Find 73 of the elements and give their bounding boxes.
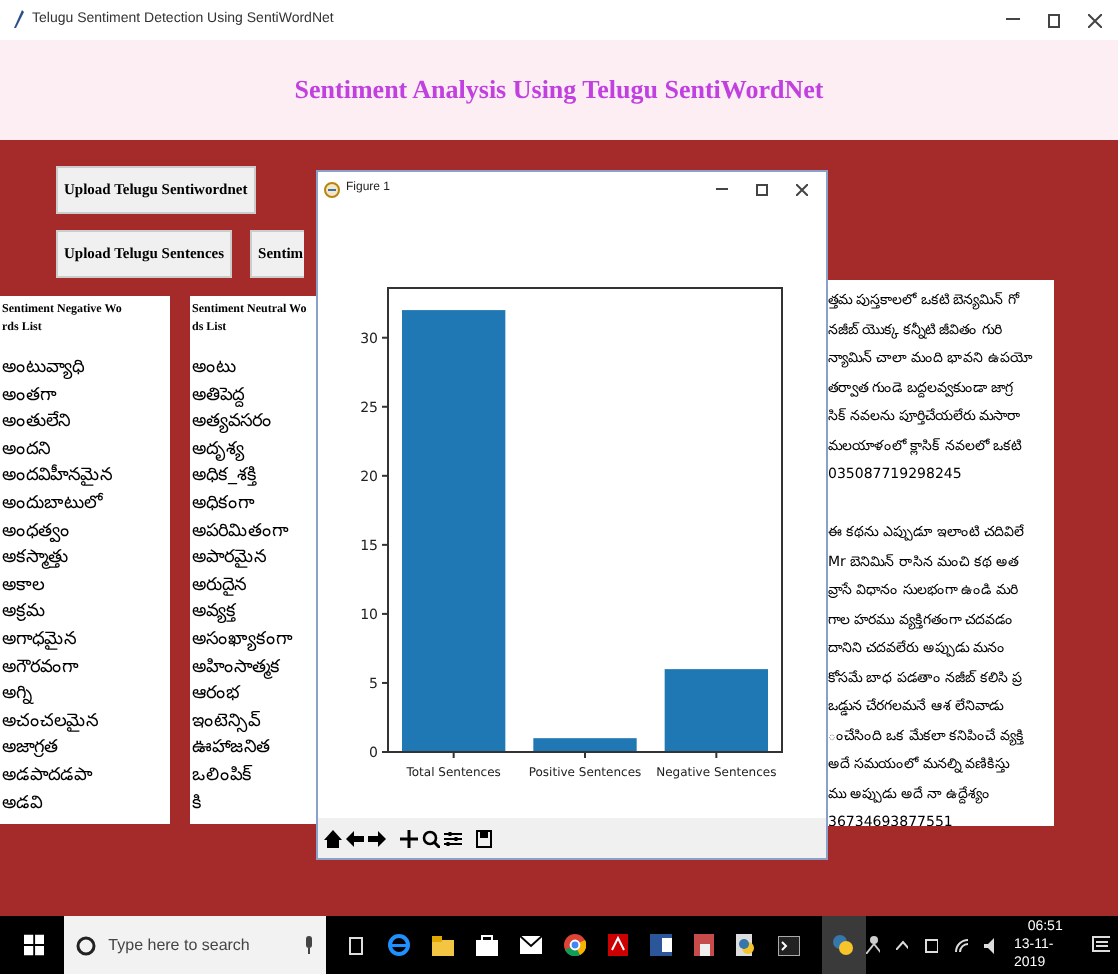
envelope-icon[interactable] xyxy=(519,936,542,954)
word-entry: ఆరంభ xyxy=(192,682,240,709)
word-entry: అందవిహీనమైన xyxy=(2,464,112,491)
minimize-icon[interactable] xyxy=(716,187,728,191)
app-heading: Sentiment Analysis Using Telugu SentiWordNet xyxy=(294,72,824,109)
word-entry: అంధత్వం xyxy=(2,519,70,546)
windows-start-icon[interactable] xyxy=(24,934,45,956)
word-entry: అధిక_శక్తి xyxy=(192,464,257,491)
word-entry: అకస్మాత్తు xyxy=(2,546,68,573)
word-entry: అగౌరవంగా xyxy=(2,655,78,682)
terminal-icon[interactable] xyxy=(777,935,800,955)
microphone-icon[interactable] xyxy=(303,936,314,954)
minimize-icon[interactable] xyxy=(1006,18,1020,22)
speaker-icon[interactable] xyxy=(983,937,999,953)
maximize-icon[interactable] xyxy=(756,183,768,195)
word-entry: కి xyxy=(192,791,202,817)
word-entry: అపారమైన xyxy=(192,546,266,573)
word-entry: అందని xyxy=(2,437,50,464)
word-entry: అంతగా xyxy=(2,383,56,410)
word-entry: అంటు xyxy=(192,356,236,382)
folder-icon[interactable] xyxy=(431,935,454,955)
zoom-magnifier-icon[interactable] xyxy=(422,829,440,847)
word-document-icon[interactable] xyxy=(649,934,672,956)
word-entry: ఒలింపిక్ xyxy=(192,763,252,790)
python-file-icon[interactable] xyxy=(735,934,756,956)
caret-up-icon[interactable] xyxy=(895,940,908,950)
pdf-reader-icon[interactable] xyxy=(607,934,628,956)
close-icon[interactable] xyxy=(1088,13,1102,27)
word-entry: అసంఖ్యాకంగా xyxy=(192,627,292,655)
python-app-icon[interactable] xyxy=(821,916,866,974)
forward-arrow-icon[interactable] xyxy=(368,829,386,847)
word-entry: అదృశ్య xyxy=(192,437,244,465)
word-entry: ఊహాజనిత xyxy=(192,736,270,763)
browser-e-icon[interactable] xyxy=(387,934,410,956)
home-icon[interactable] xyxy=(324,829,342,847)
word-entry: అంతులేని xyxy=(2,410,70,437)
word-entry: అధికంగా xyxy=(192,491,254,518)
close-icon[interactable] xyxy=(796,183,808,195)
chrome-circle-icon[interactable] xyxy=(563,934,586,956)
word-entry: అంటువ్యాధి xyxy=(2,356,84,383)
task-view-icon[interactable] xyxy=(345,935,366,955)
pan-arrows-icon[interactable] xyxy=(400,829,418,847)
notification-icon[interactable] xyxy=(1092,935,1110,955)
search-placeholder: Type here to search xyxy=(108,933,250,957)
word-entry: అవ్యక్త xyxy=(192,600,236,627)
word-entry: అరుదైన xyxy=(192,573,246,600)
shopping-bag-icon[interactable] xyxy=(475,934,498,956)
word-entry: ఇంటెన్సివ్ xyxy=(192,709,260,736)
people-icon[interactable] xyxy=(865,936,880,954)
cortana-ring-icon xyxy=(76,935,97,955)
word-entry: అహింసాత్మక xyxy=(192,655,280,683)
word-entry: అతిపెద్ద xyxy=(192,383,244,411)
maximize-icon[interactable] xyxy=(1048,13,1060,27)
bar xyxy=(664,669,768,752)
figure-logo-icon xyxy=(324,181,340,197)
taskbar-search-field[interactable]: Type here to search xyxy=(64,916,326,974)
feather-icon xyxy=(12,10,24,30)
back-arrow-icon[interactable] xyxy=(346,829,364,847)
word-entry: అచంచలమైన xyxy=(2,709,98,736)
word-entry: అత్యవసరం xyxy=(192,410,272,437)
document-icon[interactable] xyxy=(693,934,714,956)
word-entry: అక్రమ xyxy=(2,600,46,627)
bar xyxy=(533,738,637,752)
sliders-icon[interactable] xyxy=(444,829,462,847)
word-entry: అజాగ్రత xyxy=(2,736,58,763)
word-entry: అపరిమితంగా xyxy=(192,519,288,546)
word-entry: అగాధమైన xyxy=(2,627,76,654)
word-entry: అడపాదడపా xyxy=(2,763,92,790)
word-entry: అడవి xyxy=(2,791,42,817)
wifi-icon[interactable] xyxy=(953,937,968,953)
word-entry: అందుబాటులో xyxy=(2,491,102,518)
word-entry: అకాల xyxy=(2,573,44,600)
word-entry: అగ్ని xyxy=(2,682,32,709)
